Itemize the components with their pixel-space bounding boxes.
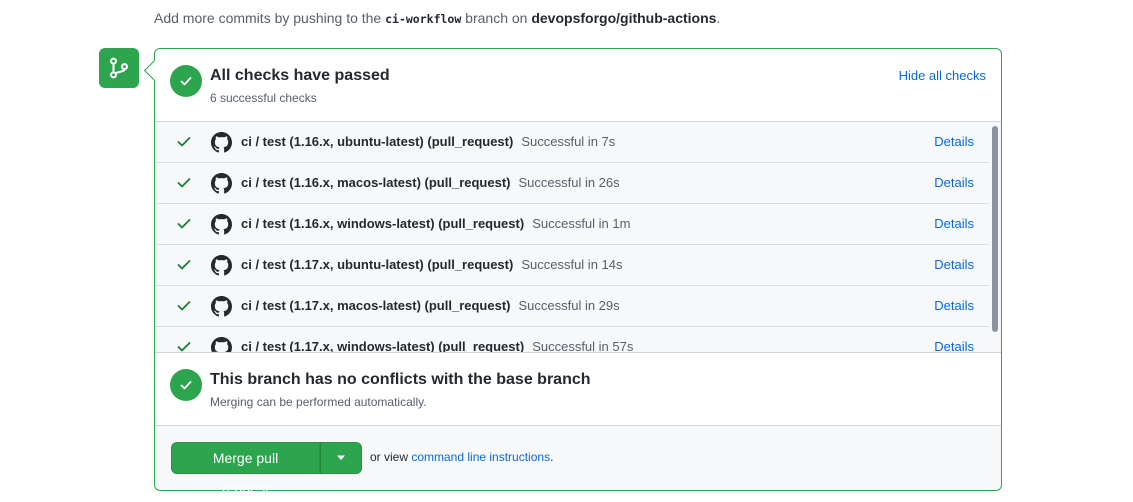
conflicts-summary: This branch has no conflicts with the ba…	[170, 369, 986, 429]
checks-scrollbar[interactable]	[989, 122, 1001, 352]
merge-button-group: Merge pull request	[171, 442, 362, 496]
check-icon	[177, 219, 191, 229]
check-title: ci / test (1.16.x, macos-latest) (pull_r…	[241, 175, 511, 190]
check-row: ci / test (1.16.x, ubuntu-latest) (pull_…	[155, 122, 989, 163]
check-row: ci / test (1.17.x, macos-latest) (pull_r…	[155, 286, 989, 327]
checks-title: All checks have passed	[210, 67, 390, 84]
check-name: ci / test (1.17.x, ubuntu-latest) (pull_…	[241, 257, 623, 272]
check-name: ci / test (1.16.x, macos-latest) (pull_r…	[241, 175, 620, 190]
alt-suffix: .	[550, 450, 554, 464]
merge-box: All checks have passed 6 successful chec…	[154, 48, 1002, 496]
check-name: ci / test (1.17.x, macos-latest) (pull_r…	[241, 298, 620, 313]
check-icon	[177, 178, 191, 188]
github-logo-icon	[211, 296, 232, 317]
check-icon	[177, 301, 191, 311]
scrollbar-thumb[interactable]	[992, 126, 998, 332]
check-status: Successful in 14s	[521, 257, 623, 272]
alt-prefix: or view	[370, 450, 412, 464]
check-row: ci / test (1.16.x, windows-latest) (pull…	[155, 204, 989, 245]
check-row: ci / test (1.16.x, macos-latest) (pull_r…	[155, 163, 989, 204]
check-status: Successful in 29s	[518, 298, 620, 313]
git-branch-badge	[99, 48, 139, 88]
check-title: ci / test (1.16.x, ubuntu-latest) (pull_…	[241, 134, 514, 149]
check-details-link[interactable]: Details	[934, 339, 974, 352]
check-details-link[interactable]: Details	[934, 298, 974, 313]
check-title: ci / test (1.17.x, ubuntu-latest) (pull_…	[241, 257, 514, 272]
check-title: ci / test (1.16.x, windows-latest) (pull…	[241, 216, 525, 231]
github-logo-icon	[211, 214, 232, 235]
branch-name: ci-workflow	[385, 12, 462, 26]
check-status: Successful in 57s	[532, 339, 634, 352]
check-details-link[interactable]: Details	[934, 134, 974, 149]
check-name: ci / test (1.16.x, windows-latest) (pull…	[241, 216, 630, 231]
github-logo-icon	[211, 337, 232, 352]
check-icon	[177, 260, 191, 270]
github-logo-icon	[211, 173, 232, 194]
check-title: ci / test (1.17.x, windows-latest) (pull…	[241, 339, 525, 352]
github-logo-icon	[211, 255, 232, 276]
conflicts-subtitle: Merging can be performed automatically.	[210, 395, 427, 409]
checks-subtitle: 6 successful checks	[210, 91, 317, 105]
check-row: ci / test (1.17.x, windows-latest) (pull…	[155, 327, 989, 352]
merge-pull-request-button[interactable]: Merge pull request	[171, 442, 320, 496]
check-status: Successful in 26s	[518, 175, 620, 190]
check-name: ci / test (1.17.x, windows-latest) (pull…	[241, 339, 633, 352]
push-hint-prefix: Add more commits by pushing to the	[154, 10, 386, 26]
check-status: Successful in 7s	[521, 134, 616, 149]
check-circle-icon	[170, 369, 202, 401]
git-branch-icon	[109, 57, 129, 79]
repo-name: devopsforgo/github-actions	[531, 10, 717, 26]
check-details-link[interactable]: Details	[934, 257, 974, 272]
check-name: ci / test (1.16.x, ubuntu-latest) (pull_…	[241, 134, 615, 149]
checks-summary: All checks have passed 6 successful chec…	[170, 65, 986, 125]
push-hint-middle: branch on	[461, 10, 532, 26]
triangle-down-icon	[337, 455, 345, 460]
push-hint-suffix: .	[716, 10, 721, 26]
check-row: ci / test (1.17.x, ubuntu-latest) (pull_…	[155, 245, 989, 286]
push-hint: Add more commits by pushing to the ci-wo…	[154, 10, 720, 26]
command-line-instructions-link[interactable]: command line instructions	[411, 450, 550, 464]
github-logo-icon	[211, 132, 232, 153]
command-line-hint: or view command line instructions.	[370, 450, 553, 464]
merge-footer: Merge pull request or view command line …	[155, 425, 1001, 496]
check-details-link[interactable]: Details	[934, 175, 974, 190]
hide-all-checks-link[interactable]: Hide all checks	[899, 68, 986, 83]
check-title: ci / test (1.17.x, macos-latest) (pull_r…	[241, 298, 511, 313]
check-details-link[interactable]: Details	[934, 216, 974, 231]
check-icon	[177, 137, 191, 147]
check-circle-icon	[170, 65, 202, 97]
section-divider	[155, 352, 1001, 353]
merge-method-dropdown[interactable]	[320, 442, 362, 474]
check-icon	[177, 342, 191, 352]
checks-list[interactable]: ci / test (1.16.x, ubuntu-latest) (pull_…	[155, 121, 1001, 352]
conflicts-title: This branch has no conflicts with the ba…	[210, 371, 591, 388]
check-status: Successful in 1m	[532, 216, 631, 231]
